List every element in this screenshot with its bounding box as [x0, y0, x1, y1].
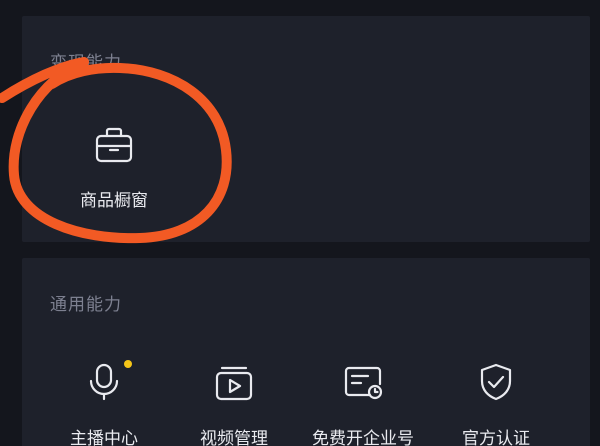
- shield-check-icon: [476, 362, 516, 402]
- official-verify-tile[interactable]: 官方认证: [462, 362, 530, 446]
- microphone-icon: [84, 360, 132, 402]
- storefront-bag-icon: [94, 124, 134, 164]
- video-manage-icon: [214, 362, 254, 402]
- enterprise-account-label: 免费开企业号: [312, 429, 414, 446]
- new-badge-dot: [124, 360, 132, 368]
- screen: 变现能力 商品橱窗 通用能力 主播中心 视频管理 免费开企业号 官方认证: [0, 0, 600, 446]
- video-manage-tile[interactable]: 视频管理: [200, 362, 268, 446]
- general-section-title: 通用能力: [50, 295, 122, 315]
- enterprise-account-tile[interactable]: 免费开企业号: [312, 362, 414, 446]
- anchor-center-label: 主播中心: [70, 429, 138, 446]
- enterprise-card-icon: [343, 362, 383, 402]
- storefront-label: 商品橱窗: [80, 191, 148, 211]
- monetization-card: 变现能力 商品橱窗: [22, 16, 590, 242]
- monetization-section-title: 变现能力: [50, 53, 122, 73]
- general-card: 通用能力 主播中心 视频管理 免费开企业号 官方认证: [22, 258, 590, 446]
- video-manage-label: 视频管理: [200, 429, 268, 446]
- official-verify-label: 官方认证: [462, 429, 530, 446]
- storefront-tile[interactable]: 商品橱窗: [80, 124, 148, 211]
- anchor-center-tile[interactable]: 主播中心: [70, 360, 138, 446]
